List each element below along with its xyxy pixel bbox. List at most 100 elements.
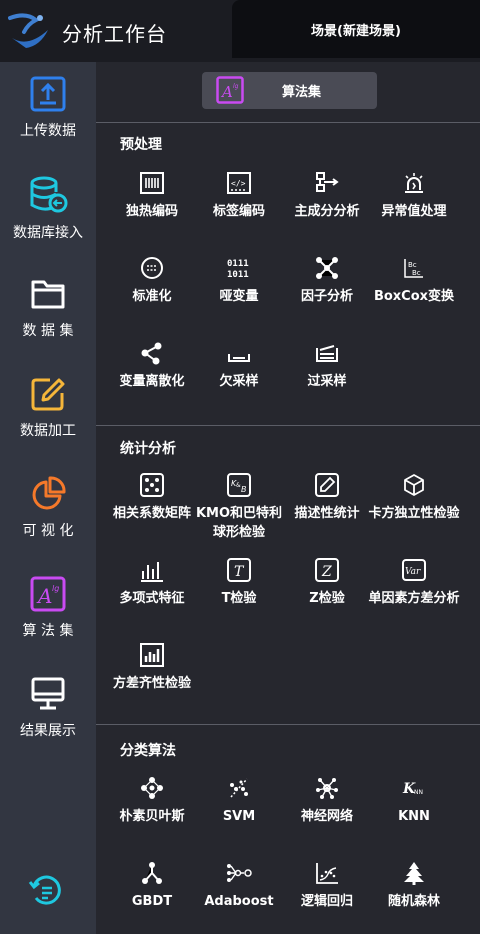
svg-text:Var: Var: [405, 567, 421, 577]
share-nodes-icon: [141, 342, 162, 365]
tool-boxcox[interactable]: Bc Bc BoxCox变换: [366, 255, 462, 306]
svg-text:lg: lg: [233, 83, 239, 90]
tool-outlier-handling[interactable]: 异常值处理: [366, 170, 462, 221]
undersample-icon: [228, 354, 250, 362]
tool-naive-bayes[interactable]: 朴素贝叶斯: [104, 775, 200, 826]
algorithm-icon: A lg: [216, 76, 244, 104]
z-icon: Z: [315, 558, 339, 582]
sidebar-item-dataset[interactable]: 数 据 集: [0, 276, 96, 366]
tool-one-hot-encoding[interactable]: 独热编码: [104, 170, 200, 221]
algorithm-set-label: 算法集: [282, 85, 322, 100]
svg-text:A: A: [36, 584, 52, 608]
scatter-divide-icon: [230, 778, 248, 798]
tool-one-way-anova[interactable]: Var 单因素方差分析: [366, 557, 462, 608]
var-icon: Var: [402, 559, 426, 581]
edit-icon: [315, 473, 339, 497]
divider: [96, 724, 480, 725]
cube-icon: [404, 474, 424, 496]
sidebar-item-upload[interactable]: 上传数据: [0, 76, 96, 166]
sidebar-item-database[interactable]: 数据库接入: [0, 176, 96, 266]
tool-undersampling[interactable]: 欠采样: [191, 340, 287, 391]
pie-chart-icon: [32, 476, 66, 510]
neural-network-icon: [316, 778, 338, 799]
sidebar-item-algorithms[interactable]: A lg 算 法 集: [0, 576, 96, 666]
tool-label-encoding[interactable]: </> 标签编码: [191, 170, 287, 221]
tool-adaboost[interactable]: Adaboost: [191, 860, 287, 911]
svg-text:Bc: Bc: [408, 261, 417, 269]
alarm-icon: [405, 173, 423, 193]
divider: [96, 425, 480, 426]
svg-text:0111: 0111: [227, 259, 249, 269]
tool-random-forest[interactable]: 随机森林: [366, 860, 462, 911]
sidebar-item-label: 结果展示: [20, 723, 76, 739]
sidebar-item-label: 可 视 化: [22, 523, 74, 539]
section-title-statistics: 统计分析: [120, 441, 176, 457]
folder-icon: [31, 280, 65, 309]
t-icon: T: [227, 558, 251, 582]
sidebar-item-label: 上传数据: [20, 123, 76, 139]
algorithm-icon: A lg: [30, 576, 66, 612]
scene-tab-label: 场景(新建场景): [311, 23, 401, 39]
section-title-preprocessing: 预处理: [120, 137, 162, 153]
svg-text:B: B: [241, 485, 247, 494]
scene-tab[interactable]: 场景(新建场景): [232, 0, 480, 58]
tool-polynomial-features[interactable]: 多项式特征: [104, 557, 200, 608]
network-icon: [316, 257, 338, 279]
svg-text:lg: lg: [52, 584, 59, 593]
sidebar-item-visualization[interactable]: 可 视 化: [0, 476, 96, 566]
tool-neural-network[interactable]: 神经网络: [279, 775, 375, 826]
sidebar-item-results[interactable]: 结果展示: [0, 676, 96, 766]
tool-t-test[interactable]: T T检验: [191, 557, 287, 608]
pca-icon: [316, 172, 339, 192]
standardize-icon: [141, 257, 163, 279]
history-icon[interactable]: [28, 872, 64, 908]
cluster-icon: [141, 777, 163, 799]
dice-icon: [140, 473, 164, 497]
tool-descriptive-stats[interactable]: 描述性统计: [279, 472, 375, 523]
code-tag-icon: </>: [227, 172, 251, 194]
app-title: 分析工作台: [62, 22, 167, 46]
sidebar-item-processing[interactable]: 数据加工: [0, 376, 96, 466]
tool-oversampling[interactable]: 过采样: [279, 340, 375, 391]
sidebar-item-label: 数据库接入: [13, 225, 83, 241]
tool-z-test[interactable]: Z Z检验: [279, 557, 375, 608]
tool-correlation-matrix[interactable]: 相关系数矩阵: [104, 472, 200, 523]
tool-homogeneity-test[interactable]: 方差齐性检验: [104, 642, 200, 693]
sidebar: 上传数据 数据库接入 数 据 集 数据加工 可 视 化 A lg 算 法 集 结…: [0, 62, 96, 934]
tool-factor-analysis[interactable]: 因子分析: [279, 255, 375, 306]
boxcox-icon: BcBc: [404, 259, 423, 278]
svg-text:A: A: [220, 83, 233, 101]
database-icon: [30, 176, 68, 213]
tool-discretization[interactable]: 变量离散化: [104, 340, 200, 391]
bar-chart-icon: [141, 562, 163, 582]
tool-kmo-bartlett[interactable]: K & B KMO和巴特利球形检验: [191, 472, 287, 542]
upload-icon: [30, 76, 66, 112]
adaboost-icon: [227, 864, 252, 882]
sidebar-item-label: 算 法 集: [22, 623, 74, 639]
divider: [96, 122, 480, 123]
edit-icon: [31, 378, 65, 411]
svg-text:</>: </>: [231, 179, 246, 188]
tool-knn[interactable]: K NN KNN: [366, 775, 462, 826]
monitor-icon: [31, 677, 65, 710]
svg-text:Bc: Bc: [412, 269, 421, 277]
tree-nodes-icon: [142, 862, 162, 884]
svg-text:T: T: [234, 564, 245, 580]
kb-icon: K & B: [227, 473, 251, 497]
tool-gbdt[interactable]: GBDT: [104, 860, 200, 911]
tool-chi-square[interactable]: 卡方独立性检验: [366, 472, 462, 523]
knn-icon: KNN: [402, 781, 423, 797]
algorithm-panel: A lg 算法集 预处理 独热编码 </> 标签编码 主成分分析 异常值处理 标…: [96, 62, 480, 934]
tool-pca[interactable]: 主成分分析: [279, 170, 375, 221]
section-title-classification: 分类算法: [120, 743, 176, 759]
svg-text:Z: Z: [321, 564, 332, 580]
tool-standardization[interactable]: 标准化: [104, 255, 200, 306]
tool-svm[interactable]: SVM: [191, 775, 287, 826]
sidebar-item-label: 数据加工: [20, 423, 76, 439]
tool-dummy-variable[interactable]: 0111 1011 哑变量: [191, 255, 287, 306]
scatter-plot-icon: [316, 863, 338, 884]
svg-text:NN: NN: [414, 789, 423, 796]
tool-logistic-regression[interactable]: 逻辑回归: [279, 860, 375, 911]
algorithm-set-pill[interactable]: A lg 算法集: [202, 72, 377, 109]
barcode-icon: [140, 172, 164, 194]
